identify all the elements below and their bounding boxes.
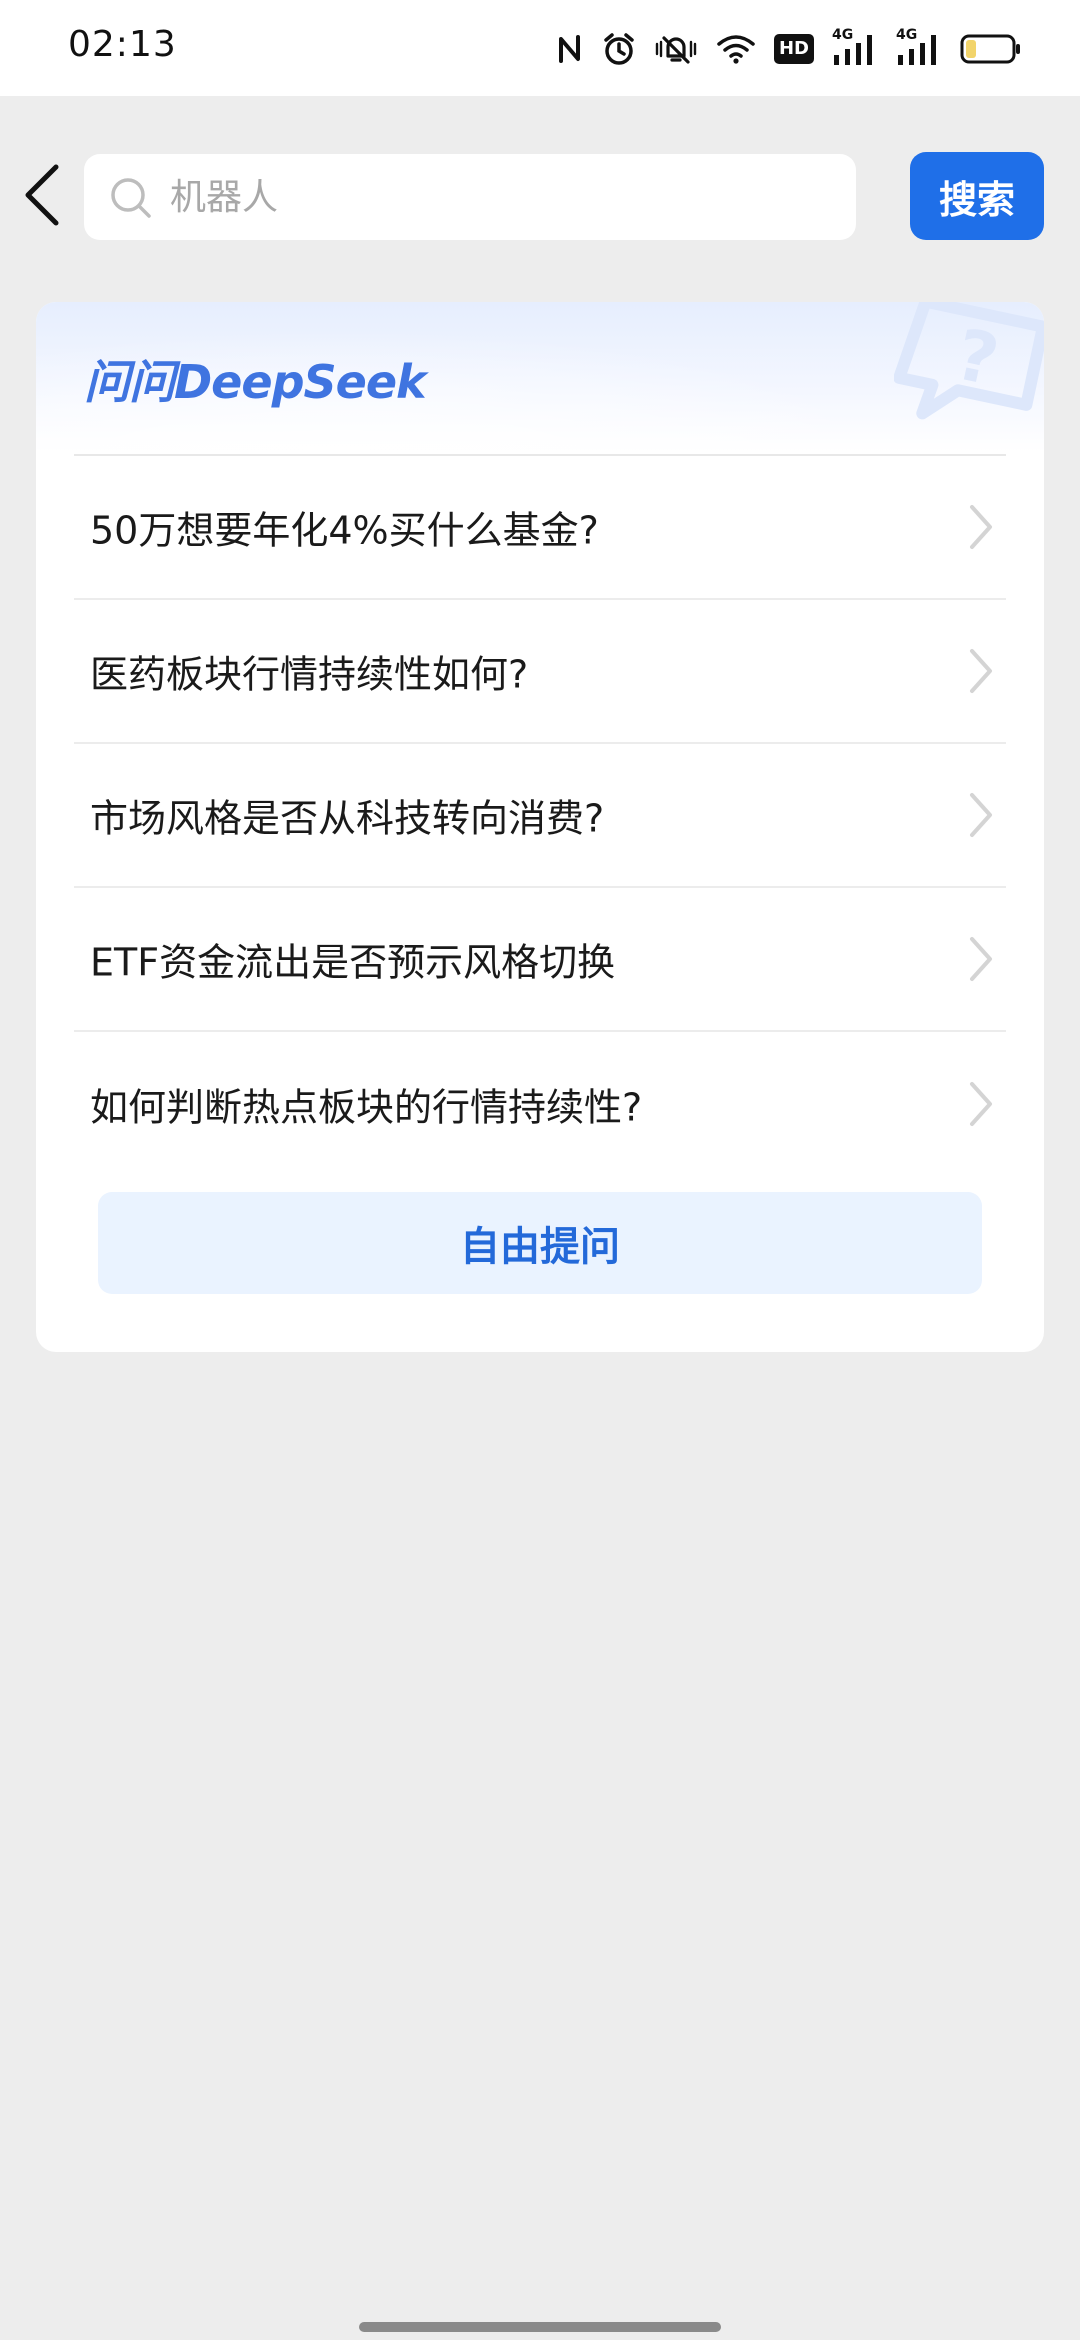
signal-4g-icon: 4G bbox=[896, 27, 942, 67]
search-input[interactable] bbox=[170, 154, 830, 240]
status-time: 02:13 bbox=[68, 24, 177, 65]
signal-4g-icon: 4G bbox=[832, 27, 878, 67]
chevron-right-icon bbox=[970, 793, 992, 837]
alarm-icon bbox=[602, 32, 636, 66]
card-title: 问问DeepSeek bbox=[84, 355, 427, 409]
chevron-right-icon bbox=[970, 1082, 992, 1126]
question-item[interactable]: 市场风格是否从科技转向消费? bbox=[74, 744, 1006, 888]
deepseek-card: ? 问问DeepSeek 50万想要年化4%买什么基金? 医药板块行情持续性如何… bbox=[36, 302, 1044, 1352]
search-box[interactable] bbox=[84, 154, 856, 240]
battery-icon bbox=[960, 33, 1022, 65]
question-item[interactable]: 50万想要年化4%买什么基金? bbox=[74, 456, 1006, 600]
back-button[interactable] bbox=[12, 160, 72, 230]
search-icon bbox=[110, 177, 152, 219]
question-list: 50万想要年化4%买什么基金? 医药板块行情持续性如何? 市场风格是否从科技转向… bbox=[74, 456, 1006, 1176]
back-arrow-icon bbox=[25, 164, 59, 226]
search-button[interactable]: 搜索 bbox=[910, 152, 1044, 240]
search-row: 搜索 bbox=[0, 96, 1080, 296]
question-bubble-icon: ? bbox=[894, 302, 1044, 420]
mute-icon bbox=[654, 32, 698, 66]
wifi-icon bbox=[716, 33, 756, 65]
question-text: 如何判断热点板块的行情持续性? bbox=[90, 1085, 643, 1130]
question-item[interactable]: 如何判断热点板块的行情持续性? bbox=[74, 1032, 1006, 1176]
chevron-right-icon bbox=[970, 937, 992, 981]
nfc-icon bbox=[556, 33, 584, 65]
chevron-right-icon bbox=[970, 649, 992, 693]
question-item[interactable]: 医药板块行情持续性如何? bbox=[74, 600, 1006, 744]
question-text: 50万想要年化4%买什么基金? bbox=[90, 508, 599, 553]
home-indicator[interactable] bbox=[359, 2322, 721, 2332]
question-text: 市场风格是否从科技转向消费? bbox=[90, 796, 605, 841]
hd-icon: HD bbox=[774, 34, 814, 64]
status-icons: HD 4G 4G bbox=[556, 26, 1022, 72]
svg-text:?: ? bbox=[949, 313, 1006, 402]
status-bar: 02:13 HD 4G 4G bbox=[0, 0, 1080, 96]
question-text: ETF资金流出是否预示风格切换 bbox=[90, 940, 616, 985]
chevron-right-icon bbox=[970, 505, 992, 549]
free-ask-button[interactable]: 自由提问 bbox=[98, 1192, 982, 1294]
question-item[interactable]: ETF资金流出是否预示风格切换 bbox=[74, 888, 1006, 1032]
question-text: 医药板块行情持续性如何? bbox=[90, 652, 529, 697]
